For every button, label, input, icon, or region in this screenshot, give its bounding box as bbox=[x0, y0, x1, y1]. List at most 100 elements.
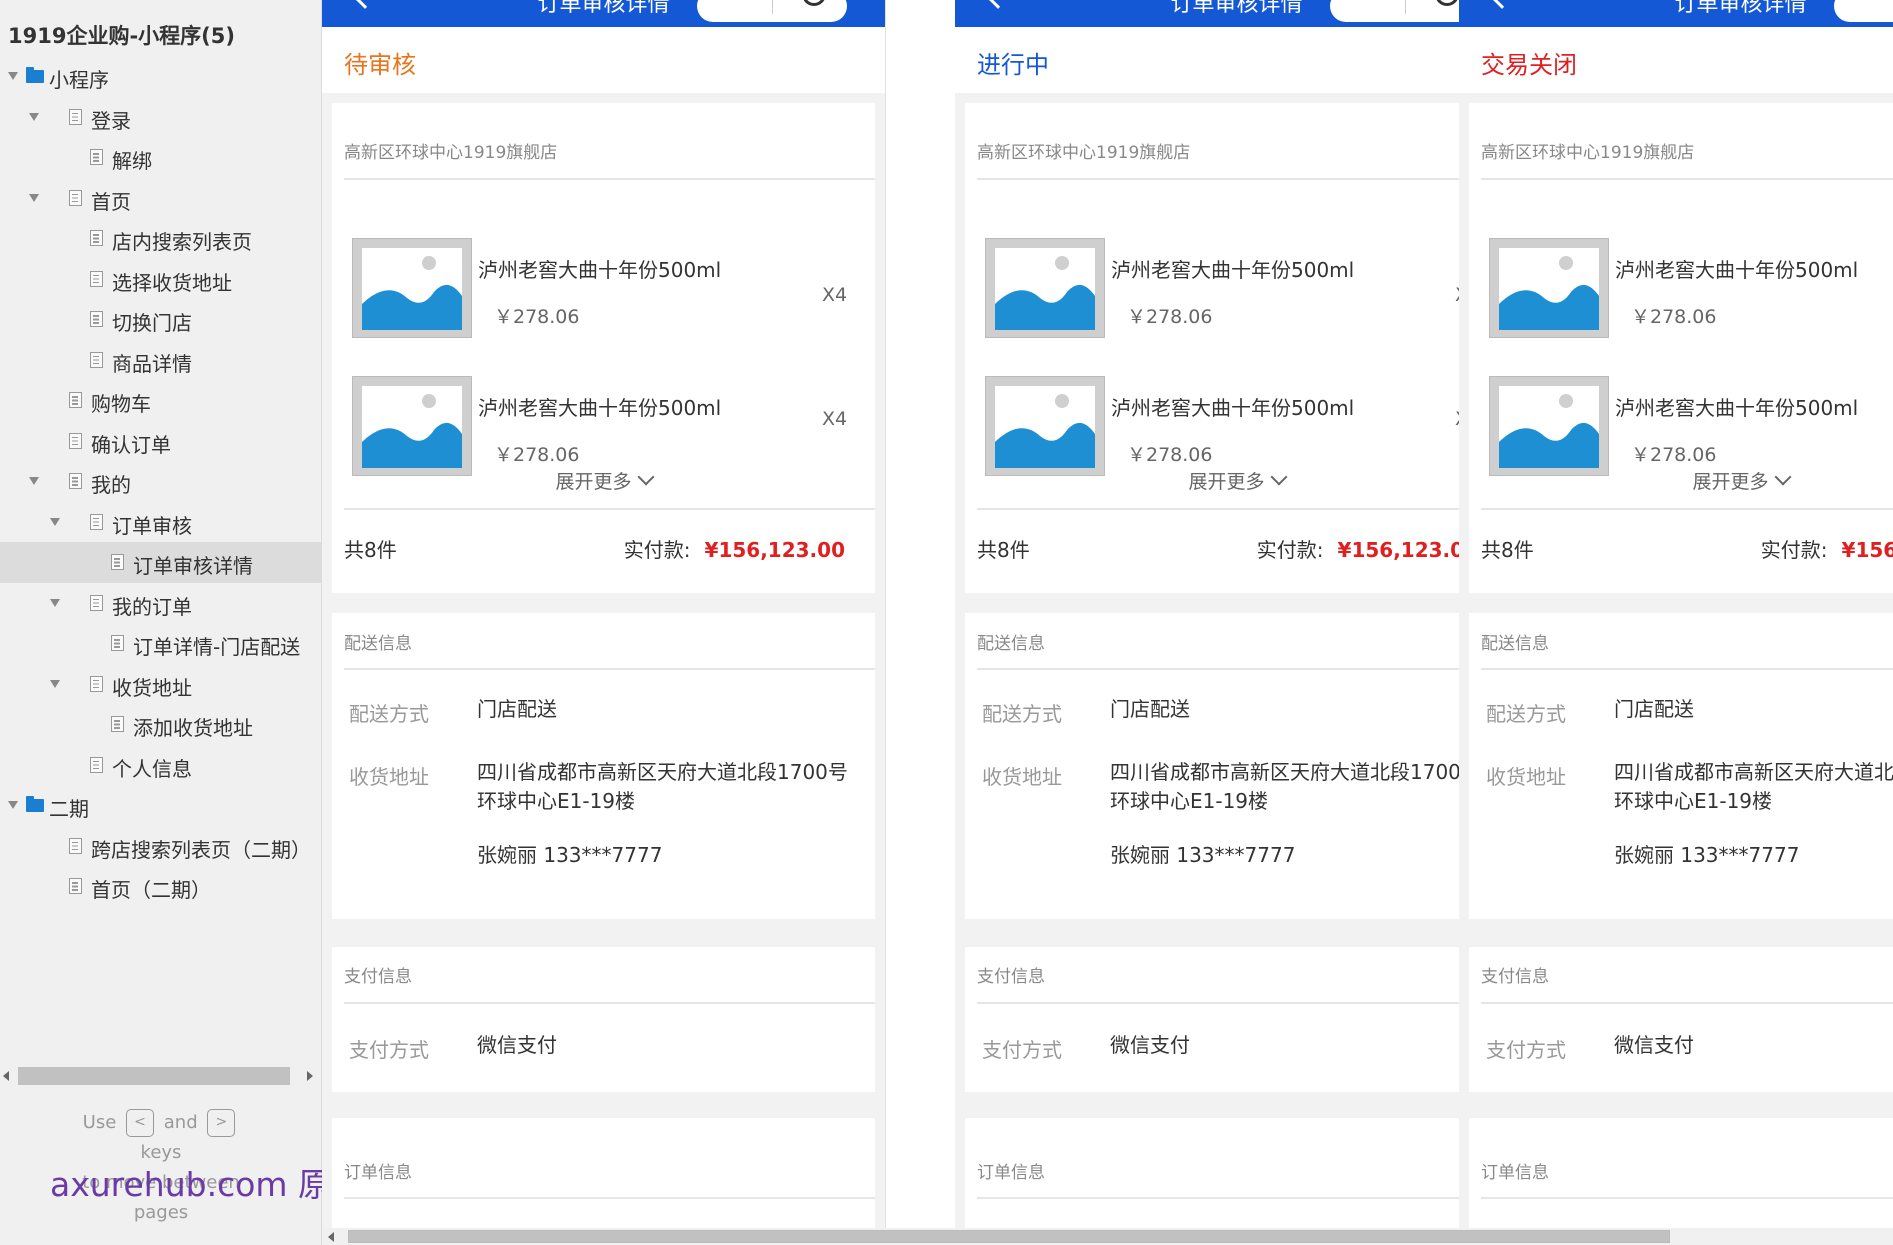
product-name: 泸州老窖大曲十年份500ml bbox=[1111, 258, 1355, 282]
total-paid: 实付款: ¥156,123.00 bbox=[1257, 534, 1478, 563]
sitemap-item[interactable]: 选择收货地址 bbox=[0, 259, 322, 300]
hint-use: Use bbox=[82, 1112, 117, 1133]
delivery-method-value: 门店配送 bbox=[477, 697, 557, 721]
product-image-placeholder-icon bbox=[1489, 376, 1609, 476]
sitemap-item[interactable]: 登录 bbox=[0, 97, 322, 138]
sitemap-item-label: 订单审核 bbox=[112, 513, 192, 538]
expand-caret-icon[interactable] bbox=[29, 477, 39, 485]
miniprogram-capsule[interactable] bbox=[1834, 0, 1893, 22]
paid-amount: ¥156,123.00 bbox=[1841, 538, 1893, 562]
miniprogram-capsule[interactable] bbox=[697, 0, 847, 22]
sitemap-item[interactable]: 购物车 bbox=[0, 380, 322, 421]
expand-caret-icon[interactable] bbox=[29, 112, 39, 121]
divider bbox=[1481, 1197, 1893, 1199]
sitemap-item[interactable]: 个人信息 bbox=[0, 745, 322, 786]
canvas-horizontal-scrollbar[interactable] bbox=[322, 1228, 1893, 1245]
order-review-detail-screen: 订单审核详情 待审核 高新区环球中心1919旗舰店 泸州老窖大曲十年份500ml… bbox=[322, 0, 885, 1228]
scroll-left-arrow-icon[interactable] bbox=[328, 1232, 334, 1242]
expand-caret-icon[interactable] bbox=[50, 598, 60, 607]
total-count: 共8件 bbox=[977, 538, 1030, 562]
page-icon bbox=[69, 108, 82, 125]
address-label: 收货地址 bbox=[982, 765, 1062, 789]
payment-card: 支付信息 支付方式 微信支付 bbox=[332, 947, 875, 1092]
order-info-header: 订单信息 bbox=[977, 1163, 1045, 1183]
divider bbox=[977, 178, 1508, 180]
sitemap-item[interactable]: 二期 bbox=[0, 785, 322, 826]
delivery-method-value: 门店配送 bbox=[1110, 697, 1190, 721]
sitemap-item[interactable]: 我的订单 bbox=[0, 583, 322, 624]
sitemap-item[interactable]: 订单审核 bbox=[0, 502, 322, 543]
sitemap-item-label: 二期 bbox=[49, 797, 89, 821]
delivery-header: 配送信息 bbox=[344, 634, 412, 654]
order-status: 待审核 bbox=[344, 51, 416, 79]
sitemap-item-label: 个人信息 bbox=[112, 756, 192, 781]
product-item[interactable]: 泸州老窖大曲十年份500ml￥278.06X4 bbox=[1469, 376, 1893, 476]
mountain-icon bbox=[362, 284, 462, 330]
address-label: 收货地址 bbox=[349, 765, 429, 789]
expand-more-button[interactable]: 展开更多 bbox=[965, 467, 1508, 494]
total-paid: 实付款: ¥156,123.00 bbox=[1761, 534, 1893, 563]
order-info-header: 订单信息 bbox=[1481, 1163, 1549, 1183]
sitemap-item[interactable]: 跨店搜索列表页（二期） bbox=[0, 826, 322, 867]
sitemap-item[interactable]: 订单审核详情 bbox=[0, 542, 322, 583]
chevron-down-icon bbox=[1774, 468, 1791, 486]
page-icon bbox=[69, 432, 82, 449]
sidebar-horizontal-scrollbar[interactable] bbox=[0, 1064, 322, 1088]
page-icon bbox=[90, 270, 103, 287]
sitemap-item[interactable]: 解绑 bbox=[0, 137, 322, 178]
scrollbar-thumb[interactable] bbox=[348, 1230, 1670, 1243]
page-icon bbox=[90, 594, 103, 611]
delivery-card: 配送信息 配送方式 门店配送 收货地址 四川省成都市高新区天府大道北段1700号… bbox=[965, 613, 1508, 919]
sitemap-item[interactable]: 切换门店 bbox=[0, 299, 322, 340]
close-circle-icon[interactable] bbox=[1435, 0, 1459, 6]
product-item[interactable]: 泸州老窖大曲十年份500ml￥278.06X4 bbox=[1469, 238, 1893, 338]
page-icon bbox=[90, 675, 103, 692]
scroll-left-arrow-icon[interactable] bbox=[3, 1071, 9, 1081]
sitemap-item[interactable]: 我的 bbox=[0, 461, 322, 502]
address-line1: 四川省成都市高新区天府大道北段1700号 bbox=[1614, 760, 1893, 784]
sitemap-item[interactable]: 确认订单 bbox=[0, 421, 322, 462]
product-item[interactable]: 泸州老窖大曲十年份500ml￥278.06X4 bbox=[965, 238, 1508, 338]
expand-more-button[interactable]: 展开更多 bbox=[332, 467, 875, 494]
sitemap-item[interactable]: 商品详情 bbox=[0, 340, 322, 381]
nav-title: 订单审核详情 bbox=[1674, 0, 1807, 17]
sitemap-item[interactable]: 添加收货地址 bbox=[0, 704, 322, 745]
order-review-detail-screen: 订单审核详情 进行中 高新区环球中心1919旗舰店 泸州老窖大曲十年份500ml… bbox=[955, 0, 1518, 1228]
sitemap-item[interactable]: 小程序 bbox=[0, 56, 322, 97]
store-name: 高新区环球中心1919旗舰店 bbox=[344, 143, 558, 163]
sitemap-item[interactable]: 店内搜索列表页 bbox=[0, 218, 322, 259]
expand-caret-icon[interactable] bbox=[50, 679, 60, 688]
expand-caret-icon[interactable] bbox=[29, 193, 39, 202]
miniprogram-capsule[interactable] bbox=[1330, 0, 1480, 22]
close-circle-icon[interactable] bbox=[802, 0, 826, 6]
product-name: 泸州老窖大曲十年份500ml bbox=[1111, 396, 1355, 420]
paid-label: 实付款: bbox=[623, 538, 691, 562]
page-icon bbox=[69, 878, 82, 894]
product-card: 高新区环球中心1919旗舰店 泸州老窖大曲十年份500ml￥278.06X4泸州… bbox=[332, 103, 875, 593]
folder-icon bbox=[26, 67, 44, 83]
sitemap-item-label: 选择收货地址 bbox=[112, 270, 232, 295]
sitemap-item[interactable]: 首页（二期） bbox=[0, 866, 322, 907]
product-card: 高新区环球中心1919旗舰店 泸州老窖大曲十年份500ml￥278.06X4泸州… bbox=[965, 103, 1508, 593]
product-item[interactable]: 泸州老窖大曲十年份500ml￥278.06X4 bbox=[332, 376, 875, 476]
mountain-icon bbox=[1499, 284, 1599, 330]
sitemap-item-label: 小程序 bbox=[49, 68, 109, 92]
payment-method-label: 支付方式 bbox=[1486, 1038, 1566, 1062]
product-item[interactable]: 泸州老窖大曲十年份500ml￥278.06X4 bbox=[965, 376, 1508, 476]
expand-caret-icon[interactable] bbox=[50, 517, 60, 526]
paid-label: 实付款: bbox=[1760, 538, 1828, 562]
sitemap-item-label: 我的 bbox=[91, 473, 131, 497]
product-item[interactable]: 泸州老窖大曲十年份500ml￥278.06X4 bbox=[332, 238, 875, 338]
expand-caret-icon[interactable] bbox=[8, 801, 18, 809]
product-name: 泸州老窖大曲十年份500ml bbox=[478, 258, 722, 282]
sitemap-item[interactable]: 收货地址 bbox=[0, 664, 322, 705]
sitemap-item[interactable]: 订单详情-门店配送 bbox=[0, 623, 322, 664]
scroll-right-arrow-icon[interactable] bbox=[307, 1071, 313, 1081]
expand-caret-icon[interactable] bbox=[8, 72, 18, 80]
divider bbox=[344, 1197, 875, 1199]
scrollbar-thumb[interactable] bbox=[18, 1067, 290, 1085]
expand-more-button[interactable]: 展开更多 bbox=[1469, 467, 1893, 494]
product-quantity: X4 bbox=[822, 284, 848, 306]
sitemap-item[interactable]: 首页 bbox=[0, 178, 322, 219]
payment-method-label: 支付方式 bbox=[982, 1038, 1062, 1062]
